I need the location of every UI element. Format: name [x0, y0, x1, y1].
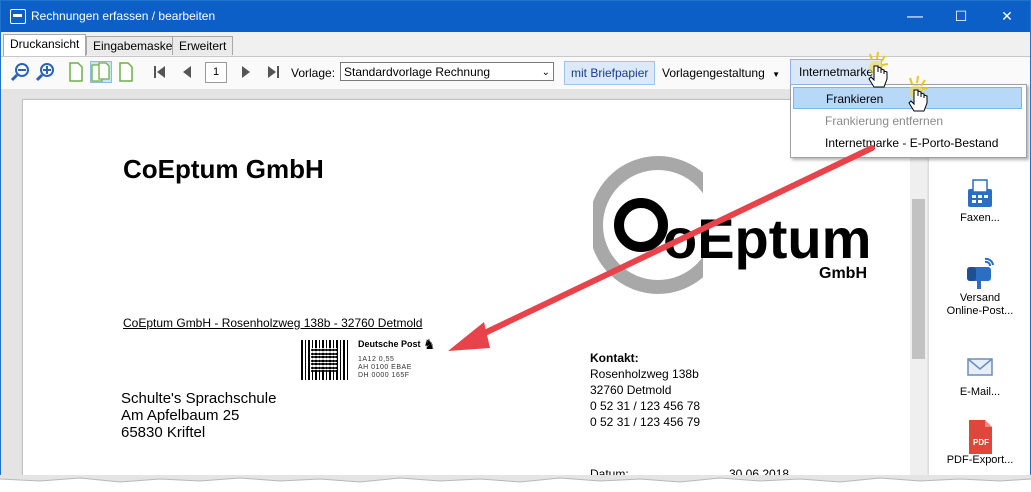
- tab-eingabemaske[interactable]: Eingabemaske: [86, 36, 180, 55]
- single-page-icon[interactable]: [65, 61, 87, 83]
- company-name: CoEptum GmbH: [123, 154, 324, 184]
- stamp-brand: Deutsche Post: [358, 339, 421, 349]
- previous-page-icon[interactable]: [176, 61, 198, 83]
- online-post-label: Versand Online-Post...: [946, 292, 1014, 317]
- torn-edge: [0, 475, 1031, 489]
- close-button[interactable]: ✕: [984, 1, 1030, 32]
- vorlage-label: Vorlage:: [291, 66, 336, 80]
- menu-item-frankierung-entfernen: Frankierung entfernen: [825, 114, 944, 128]
- sender-address-line: CoEptum GmbH - Rosenholzweg 138b - 32760…: [123, 316, 423, 330]
- document-page: CoEptum GmbH oEptum GmbH CoEptum GmbH - …: [22, 99, 914, 488]
- vorlage-select[interactable]: Standardvorlage Rechnung ⌄: [340, 62, 554, 81]
- pdf-export-action[interactable]: PDF PDF-Export...: [929, 419, 1030, 466]
- menu-item-frankieren[interactable]: Frankieren: [793, 87, 1022, 109]
- tab-druckansicht[interactable]: Druckansicht: [3, 34, 87, 56]
- contact-block: Rosenholzweg 138b 32760 Detmold 0 52 31 …: [590, 366, 700, 430]
- tab-erweitert[interactable]: Erweitert: [172, 36, 234, 55]
- pdf-export-label: PDF-Export...: [946, 454, 1014, 466]
- logo-text: oEptum: [663, 207, 871, 270]
- contact-line: Rosenholzweg 138b: [590, 367, 699, 381]
- recipient-address: Schulte's Sprachschule Am Apfelbaum 25 6…: [121, 390, 276, 441]
- menu-item-e-porto-bestand[interactable]: Internetmarke - E-Porto-Bestand: [793, 132, 1022, 154]
- zoom-in-icon[interactable]: [34, 61, 56, 83]
- page-number-input[interactable]: 1: [205, 62, 227, 83]
- tab-bar: Druckansicht Eingabemaske Erweitert: [1, 34, 1030, 56]
- fax-icon: [965, 177, 995, 209]
- stamp-row-3: DH 0000 165F: [358, 372, 410, 379]
- contact-line: 32760 Detmold: [590, 383, 672, 397]
- pdf-icon: PDF: [965, 419, 995, 454]
- scrollbar-thumb[interactable]: [912, 199, 925, 359]
- vorlagengestaltung-button[interactable]: Vorlagengestaltung ▼: [662, 66, 780, 80]
- zoom-out-icon[interactable]: [9, 61, 31, 83]
- contact-line: 0 52 31 / 123 456 79: [590, 415, 701, 429]
- app-window: Rechnungen erfassen / bearbeiten — ☐ ✕ D…: [0, 0, 1031, 489]
- fax-label: Faxen...: [960, 212, 1000, 224]
- postage-stamp: Deutsche Post ♞ 1A12 0,55 AH 0100 EBAE D…: [301, 336, 441, 382]
- email-label: E-Mail...: [959, 386, 1001, 398]
- stamp-row-1: 1A12 0,55: [358, 356, 395, 363]
- online-post-action[interactable]: Versand Online-Post...: [929, 257, 1030, 318]
- dropdown-arrow-icon: ▼: [772, 70, 781, 79]
- next-page-icon[interactable]: [235, 61, 257, 83]
- svg-text:PDF: PDF: [973, 438, 989, 447]
- datamatrix-code: [301, 340, 349, 380]
- vorlagengestaltung-label: Vorlagengestaltung: [662, 66, 765, 80]
- window-title: Rechnungen erfassen / bearbeiten: [31, 9, 216, 23]
- briefpapier-button[interactable]: mit Briefpapier: [564, 61, 656, 85]
- envelope-icon: [965, 351, 995, 383]
- maximize-button[interactable]: ☐: [938, 1, 984, 32]
- recipient-line: Schulte's Sprachschule: [121, 390, 277, 407]
- page-width-icon[interactable]: [115, 61, 137, 83]
- mailbox-icon: [965, 257, 995, 289]
- last-page-icon[interactable]: [262, 61, 284, 83]
- two-page-icon[interactable]: [90, 61, 112, 83]
- first-page-icon[interactable]: [149, 61, 171, 83]
- posthorn-icon: ♞: [423, 336, 436, 352]
- vorlage-select-value: Standardvorlage Rechnung: [344, 65, 491, 79]
- title-bar[interactable]: Rechnungen erfassen / bearbeiten — ☐ ✕: [1, 1, 1030, 32]
- email-action[interactable]: E-Mail...: [929, 351, 1030, 398]
- company-logo: oEptum GmbH: [589, 150, 883, 310]
- internetmarke-menu: Frankieren Frankierung entfernen Interne…: [790, 84, 1027, 158]
- recipient-line: Am Apfelbaum 25: [121, 407, 240, 424]
- internetmarke-button[interactable]: Internetmarke: [790, 59, 883, 85]
- recipient-line: 65830 Kriftel: [121, 424, 206, 441]
- app-icon: [10, 9, 26, 24]
- minimize-button[interactable]: —: [892, 1, 938, 32]
- fax-action[interactable]: Faxen...: [929, 177, 1030, 224]
- stamp-row-2: AH 0100 EBAE: [358, 364, 412, 371]
- logo-subtext: GmbH: [819, 265, 867, 282]
- contact-label: Kontakt:: [590, 351, 639, 365]
- chevron-down-icon: ⌄: [541, 67, 550, 78]
- contact-line: 0 52 31 / 123 456 78: [590, 399, 701, 413]
